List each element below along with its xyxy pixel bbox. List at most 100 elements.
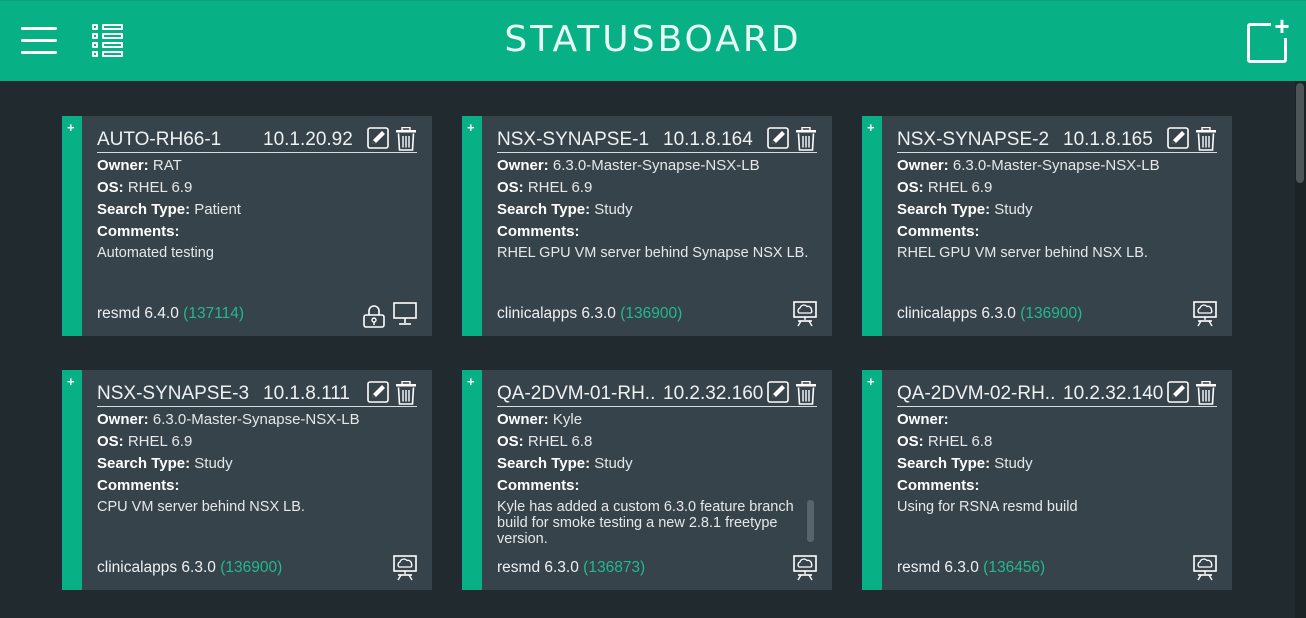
comments-label: Comments: xyxy=(97,223,180,240)
comments-text: Kyle has added a custom 6.3.0 feature br… xyxy=(497,499,794,547)
build-number: (136873) xyxy=(583,559,646,576)
owner-label: Owner: xyxy=(497,157,549,174)
owner-value: 6.3.0-Master-Synapse-NSX-LB xyxy=(152,411,360,428)
edit-icon[interactable] xyxy=(1167,127,1189,149)
owner-value: Kyle xyxy=(552,411,583,428)
os-value: RHEL 6.8 xyxy=(527,433,593,450)
owner-row: Owner: 6.3.0-Master-Synapse-NSX-LB xyxy=(97,411,360,428)
add-card-icon[interactable]: + xyxy=(1247,13,1293,63)
page-scrollbar-thumb[interactable] xyxy=(1296,83,1304,183)
os-value: RHEL 6.9 xyxy=(127,433,193,450)
owner-label: Owner: xyxy=(897,411,949,428)
card-header: NSX-SYNAPSE-1 10.1.8.164 xyxy=(497,127,817,153)
product-version: resmd 6.4.0 xyxy=(97,305,179,322)
search-type-label: Search Type: xyxy=(97,455,191,472)
build-info: resmd 6.3.0 (136456) xyxy=(897,559,1045,577)
expand-card-bar[interactable]: + xyxy=(862,116,882,336)
comments-row: Comments: xyxy=(97,477,180,494)
cloud-monitor-icon[interactable] xyxy=(1192,555,1218,581)
owner-row: Owner: 6.3.0-Master-Synapse-NSX-LB xyxy=(897,157,1160,174)
build-info: clinicalapps 6.3.0 (136900) xyxy=(497,305,682,323)
build-info: clinicalapps 6.3.0 (136900) xyxy=(897,305,1082,323)
cloud-monitor-icon[interactable] xyxy=(1192,301,1218,327)
expand-card-bar[interactable]: + xyxy=(862,370,882,590)
server-card: + NSX-SYNAPSE-2 10.1.8.165 Owner: 6.3.0-… xyxy=(862,116,1232,336)
search-type-row: Search Type: Study xyxy=(897,201,1033,218)
card-header: NSX-SYNAPSE-3 10.1.8.111 xyxy=(97,381,417,407)
app-title: STATUSBOARD xyxy=(504,19,802,60)
server-name: QA-2DVM-02-RH... xyxy=(897,383,1057,404)
build-number: (136900) xyxy=(620,305,683,322)
cloud-monitor-icon[interactable] xyxy=(392,555,418,581)
server-card: + NSX-SYNAPSE-1 10.1.8.164 Owner: 6.3.0-… xyxy=(462,116,832,336)
server-ip: 10.1.8.165 xyxy=(1063,129,1153,150)
owner-value: 6.3.0-Master-Synapse-NSX-LB xyxy=(952,157,1160,174)
edit-icon[interactable] xyxy=(367,127,389,149)
comments-label: Comments: xyxy=(97,477,180,494)
server-card: + AUTO-RH66-1 10.1.20.92 Owner: RAT OS: … xyxy=(62,116,432,336)
search-type-value: Study xyxy=(994,455,1033,472)
server-name: NSX-SYNAPSE-1 xyxy=(497,129,650,150)
server-ip: 10.2.32.160 xyxy=(663,383,764,404)
search-type-row: Search Type: Study xyxy=(497,455,633,472)
build-number: (137114) xyxy=(183,305,245,322)
os-row: OS: RHEL 6.9 xyxy=(497,179,592,196)
card-header: AUTO-RH66-1 10.1.20.92 xyxy=(97,127,417,153)
trash-icon[interactable] xyxy=(395,127,417,151)
comments-text: Automated testing xyxy=(97,245,214,261)
os-row: OS: RHEL 6.8 xyxy=(497,433,592,450)
trash-icon[interactable] xyxy=(795,127,817,151)
edit-icon[interactable] xyxy=(767,127,789,149)
search-type-row: Search Type: Study xyxy=(97,455,233,472)
edit-icon[interactable] xyxy=(367,381,389,403)
expand-card-bar[interactable]: + xyxy=(62,370,82,590)
edit-icon[interactable] xyxy=(1167,381,1189,403)
expand-plus-icon[interactable]: + xyxy=(867,120,875,135)
owner-label: Owner: xyxy=(97,157,149,174)
os-value: RHEL 6.9 xyxy=(527,179,593,196)
expand-plus-icon[interactable]: + xyxy=(67,120,75,135)
os-value: RHEL 6.9 xyxy=(927,179,993,196)
expand-plus-icon[interactable]: + xyxy=(467,120,475,135)
os-row: OS: RHEL 6.8 xyxy=(897,433,992,450)
server-ip: 10.1.8.164 xyxy=(663,129,753,150)
server-card: + NSX-SYNAPSE-3 10.1.8.111 Owner: 6.3.0-… xyxy=(62,370,432,590)
edit-icon[interactable] xyxy=(767,381,789,403)
server-ip: 10.1.8.111 xyxy=(263,383,350,404)
expand-plus-icon[interactable]: + xyxy=(67,374,75,389)
build-info: clinicalapps 6.3.0 (136900) xyxy=(97,559,282,577)
trash-icon[interactable] xyxy=(1195,127,1217,151)
monitor-icon[interactable] xyxy=(392,302,418,326)
server-ip: 10.2.32.140 xyxy=(1063,383,1164,404)
comments-text: CPU VM server behind NSX LB. xyxy=(97,499,305,515)
trash-icon[interactable] xyxy=(395,381,417,405)
search-type-row: Search Type: Patient xyxy=(97,201,241,218)
comments-scrollbar[interactable] xyxy=(807,500,814,542)
expand-card-bar[interactable]: + xyxy=(462,116,482,336)
owner-row: Owner: RAT xyxy=(97,157,182,174)
os-label: OS: xyxy=(97,179,124,196)
owner-row: Owner: 6.3.0-Master-Synapse-NSX-LB xyxy=(497,157,760,174)
server-ip: 10.1.20.92 xyxy=(263,129,353,150)
expand-plus-icon[interactable]: + xyxy=(467,374,475,389)
build-info: resmd 6.3.0 (136873) xyxy=(497,559,645,577)
product-version: clinicalapps 6.3.0 xyxy=(97,559,216,576)
search-type-row: Search Type: Study xyxy=(897,455,1033,472)
expand-card-bar[interactable]: + xyxy=(462,370,482,590)
expand-plus-icon[interactable]: + xyxy=(867,374,875,389)
build-number: (136456) xyxy=(983,559,1046,576)
search-type-label: Search Type: xyxy=(897,201,991,218)
trash-icon[interactable] xyxy=(1195,381,1217,405)
comments-label: Comments: xyxy=(497,223,580,240)
comments-row: Comments: xyxy=(897,477,980,494)
cloud-monitor-icon[interactable] xyxy=(792,301,818,327)
lock-icon[interactable] xyxy=(362,304,386,328)
search-type-label: Search Type: xyxy=(497,201,591,218)
expand-card-bar[interactable]: + xyxy=(62,116,82,336)
cloud-monitor-icon[interactable] xyxy=(792,555,818,581)
os-value: RHEL 6.9 xyxy=(127,179,193,196)
page-scrollbar[interactable] xyxy=(1295,81,1306,618)
trash-icon[interactable] xyxy=(795,381,817,405)
os-label: OS: xyxy=(97,433,124,450)
owner-label: Owner: xyxy=(97,411,149,428)
